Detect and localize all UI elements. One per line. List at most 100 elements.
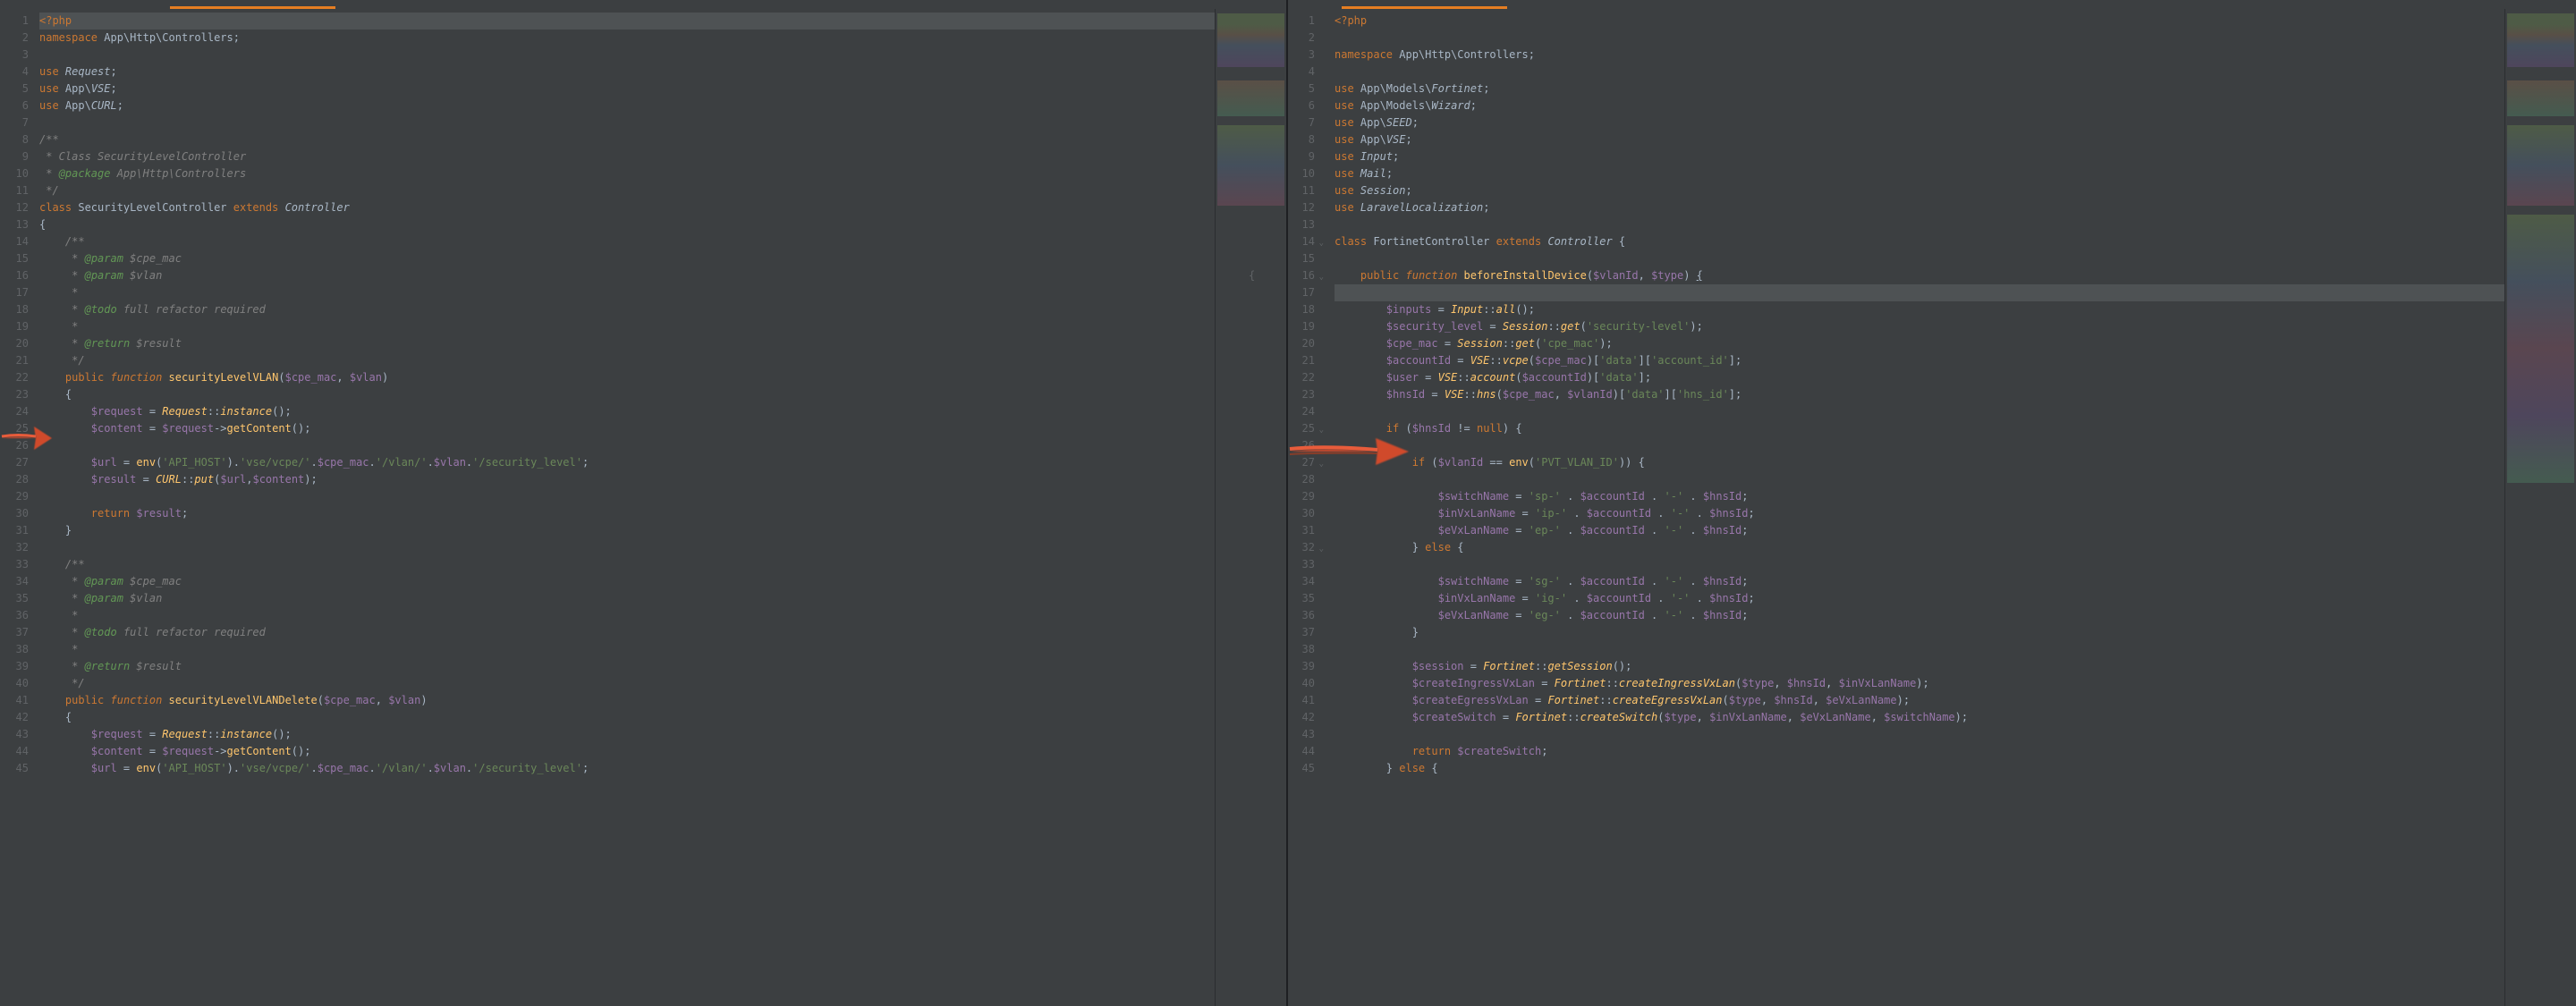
code-line[interactable]: use App\Models\Fortinet;	[1335, 80, 2504, 97]
code-line[interactable]: } else {	[1335, 539, 2504, 556]
line-number[interactable]: 1	[0, 13, 29, 30]
line-number[interactable]: 31	[1288, 522, 1324, 539]
line-number[interactable]: 34	[1288, 573, 1324, 590]
code-line[interactable]: public function securityLevelVLAN($cpe_m…	[39, 369, 1215, 386]
line-number[interactable]: 8	[1288, 131, 1324, 148]
line-number[interactable]: 4	[1288, 63, 1324, 80]
line-number[interactable]: 17	[0, 284, 29, 301]
code-line[interactable]: }	[39, 522, 1215, 539]
code-line[interactable]: $eVxLanName = 'ep-' . $accountId . '-' .…	[1335, 522, 2504, 539]
code-line[interactable]	[1335, 556, 2504, 573]
code-line[interactable]: {	[39, 386, 1215, 403]
line-number[interactable]: 19	[0, 318, 29, 335]
code-line[interactable]	[1335, 284, 2504, 301]
editor-left[interactable]: 1234567891011121314151617181920212223242…	[0, 9, 1286, 1006]
code-line[interactable]: * @todo full refactor required	[39, 301, 1215, 318]
line-number[interactable]: 42	[1288, 709, 1324, 726]
code-line[interactable]: $switchName = 'sg-' . $accountId . '-' .…	[1335, 573, 2504, 590]
line-number[interactable]: 23	[0, 386, 29, 403]
line-number[interactable]: 10	[1288, 165, 1324, 182]
line-number[interactable]: 7	[1288, 114, 1324, 131]
code-line[interactable]: * @return $result	[39, 335, 1215, 352]
line-number[interactable]: 28	[1288, 471, 1324, 488]
line-number[interactable]: 2	[0, 30, 29, 46]
code-line[interactable]: * @todo full refactor required	[39, 624, 1215, 641]
line-number[interactable]: 21	[0, 352, 29, 369]
line-number[interactable]: 24	[0, 403, 29, 420]
code-line[interactable]: <?php	[39, 13, 1215, 30]
tab-bar-right[interactable]	[1288, 0, 2576, 9]
code-line[interactable]	[39, 437, 1215, 454]
line-number[interactable]: 24	[1288, 403, 1324, 420]
code-line[interactable]: if ($vlanId == env('PVT_VLAN_ID')) {	[1335, 454, 2504, 471]
line-number[interactable]: 44	[1288, 743, 1324, 760]
line-number[interactable]: 22	[1288, 369, 1324, 386]
code-line[interactable]: * @param $cpe_mac	[39, 250, 1215, 267]
code-line[interactable]: *	[39, 641, 1215, 658]
line-number[interactable]: 30	[0, 505, 29, 522]
line-number[interactable]: 23	[1288, 386, 1324, 403]
line-number[interactable]: 20	[1288, 335, 1324, 352]
line-number[interactable]: 31	[0, 522, 29, 539]
line-number[interactable]: 36	[0, 607, 29, 624]
line-number[interactable]: 33	[1288, 556, 1324, 573]
line-number[interactable]: 17	[1288, 284, 1324, 301]
code-line[interactable]: use App\SEED;	[1335, 114, 2504, 131]
code-line[interactable]: $inputs = Input::all();	[1335, 301, 2504, 318]
line-number[interactable]: 9	[1288, 148, 1324, 165]
code-line[interactable]	[1335, 726, 2504, 743]
line-number[interactable]: 42	[0, 709, 29, 726]
line-number[interactable]: 22	[0, 369, 29, 386]
line-number[interactable]: 6	[1288, 97, 1324, 114]
code-line[interactable]: $url = env('API_HOST').'vse/vcpe/'.$cpe_…	[39, 454, 1215, 471]
code-line[interactable]: /**	[39, 556, 1215, 573]
line-number[interactable]: 41	[0, 692, 29, 709]
line-gutter-right[interactable]: 1234567891011121314⌄15{16⌄17181920212223…	[1288, 9, 1331, 1006]
line-number[interactable]: 41	[1288, 692, 1324, 709]
code-line[interactable]: }	[1335, 624, 2504, 641]
code-line[interactable]: {	[39, 216, 1215, 233]
line-number[interactable]: 28	[0, 471, 29, 488]
line-number[interactable]: 40	[0, 675, 29, 692]
code-line[interactable]: } else {	[1335, 760, 2504, 777]
line-number[interactable]: 26	[1288, 437, 1324, 454]
line-number[interactable]: 18	[0, 301, 29, 318]
code-line[interactable]: $request = Request::instance();	[39, 403, 1215, 420]
code-line[interactable]: * Class SecurityLevelController	[39, 148, 1215, 165]
code-line[interactable]	[39, 488, 1215, 505]
code-line[interactable]: *	[39, 284, 1215, 301]
code-line[interactable]: use App\CURL;	[39, 97, 1215, 114]
code-line[interactable]	[1335, 403, 2504, 420]
line-number[interactable]: 5	[0, 80, 29, 97]
line-number[interactable]: 44	[0, 743, 29, 760]
code-line[interactable]	[39, 46, 1215, 63]
code-line[interactable]: *	[39, 607, 1215, 624]
line-number[interactable]: 45	[1288, 760, 1324, 777]
code-line[interactable]: return $result;	[39, 505, 1215, 522]
line-number[interactable]: 2	[1288, 30, 1324, 46]
code-line[interactable]: if ($hnsId != null) {	[1335, 420, 2504, 437]
line-number[interactable]: 14	[0, 233, 29, 250]
code-line[interactable]	[1335, 63, 2504, 80]
line-number[interactable]: 26	[0, 437, 29, 454]
code-area-left[interactable]: <?phpnamespace App\Http\Controllers; use…	[36, 9, 1215, 1006]
code-line[interactable]: */	[39, 675, 1215, 692]
code-line[interactable]	[1335, 471, 2504, 488]
code-line[interactable]: class FortinetController extends Control…	[1335, 233, 2504, 250]
code-line[interactable]: * @param $cpe_mac	[39, 573, 1215, 590]
minimap-right[interactable]	[2504, 9, 2576, 1006]
code-line[interactable]: $result = CURL::put($url,$content);	[39, 471, 1215, 488]
line-number[interactable]: 27	[0, 454, 29, 471]
line-number[interactable]: 1	[1288, 13, 1324, 30]
line-gutter-left[interactable]: 1234567891011121314151617181920212223242…	[0, 9, 36, 1006]
line-number[interactable]: 15	[1288, 250, 1324, 267]
line-number[interactable]: 11	[1288, 182, 1324, 199]
code-line[interactable]: $request = Request::instance();	[39, 726, 1215, 743]
code-line[interactable]: use Mail;	[1335, 165, 2504, 182]
line-number[interactable]: 7	[0, 114, 29, 131]
code-line[interactable]: use App\VSE;	[1335, 131, 2504, 148]
line-number[interactable]: {16⌄	[1288, 267, 1324, 284]
code-line[interactable]: $session = Fortinet::getSession();	[1335, 658, 2504, 675]
code-line[interactable]: $security_level = Session::get('security…	[1335, 318, 2504, 335]
line-number[interactable]: 10	[0, 165, 29, 182]
